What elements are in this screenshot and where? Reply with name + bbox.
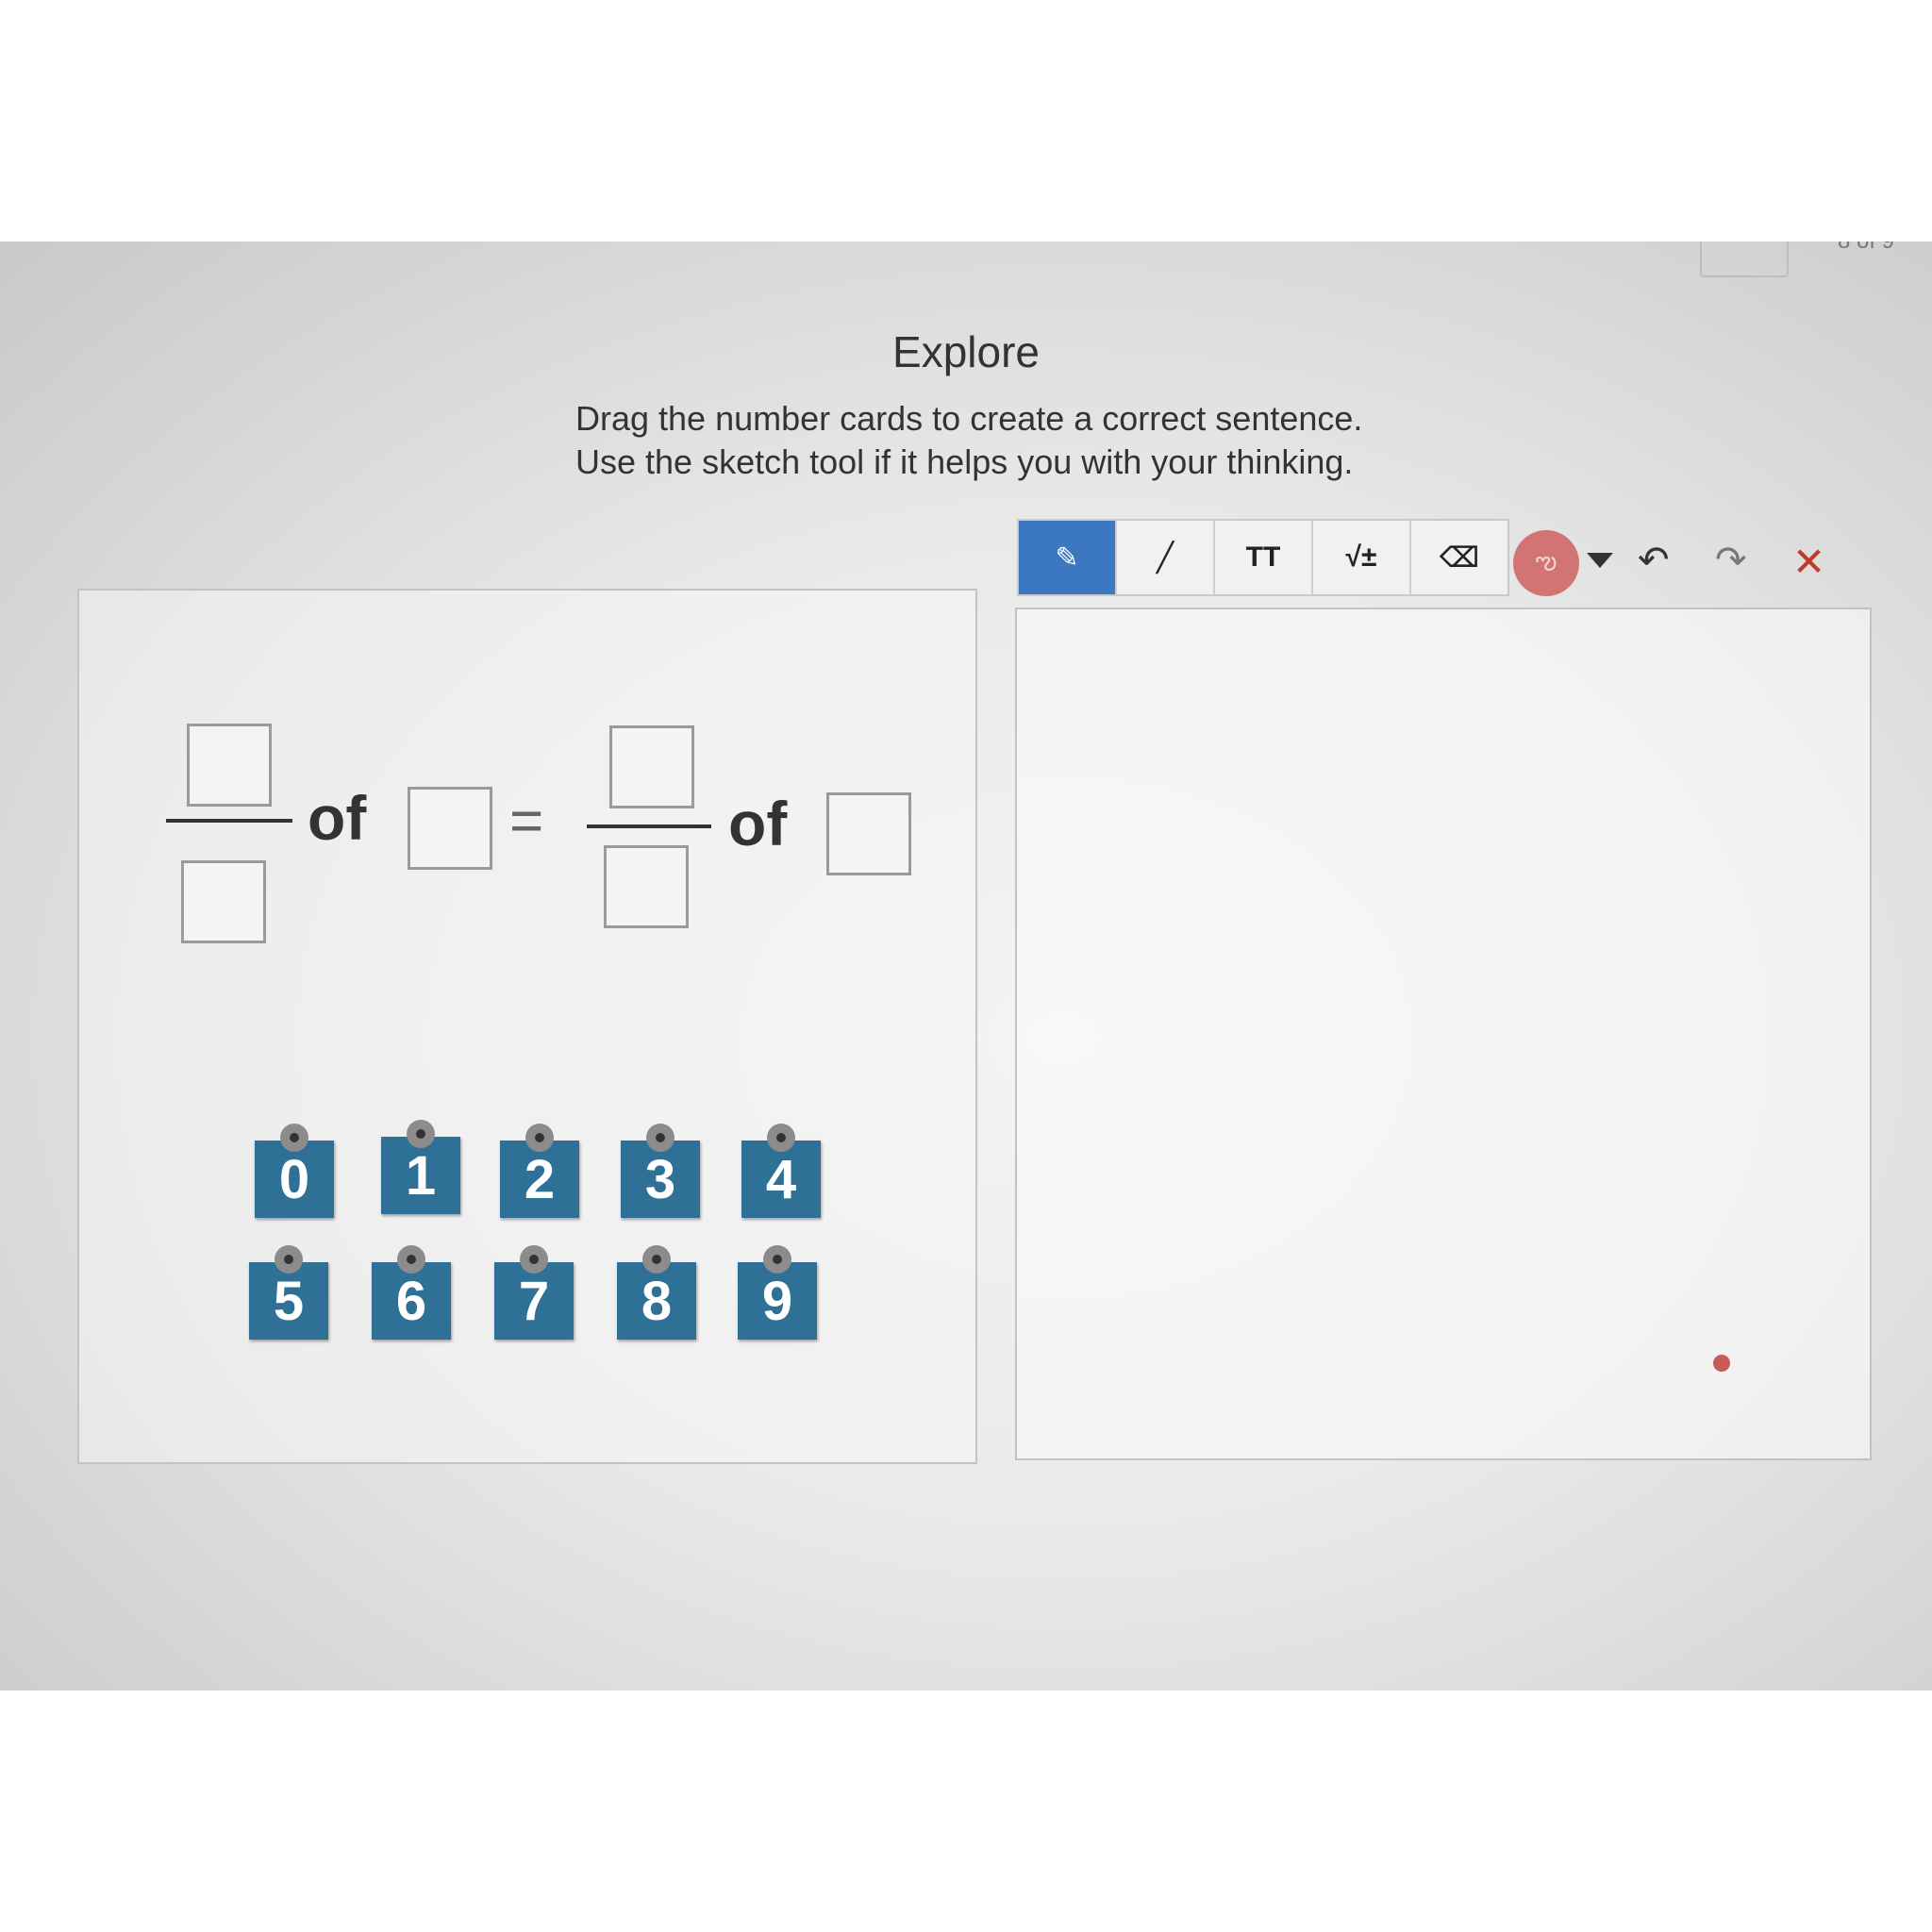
equals-sign: = (509, 789, 544, 854)
math-tool-button[interactable]: √± (1313, 521, 1411, 594)
pin-icon (407, 1120, 435, 1148)
denominator-1-drop-zone[interactable] (181, 860, 266, 943)
sketch-toolbar: ✎ ╱ TT √± ⌫ (1017, 519, 1509, 596)
eraser-icon: ⌫ (1439, 541, 1480, 574)
of-label-1: of (308, 783, 367, 853)
number-card-1[interactable]: 1 (381, 1120, 460, 1214)
text-size-icon: TT (1245, 541, 1281, 573)
line-tool-button[interactable]: ╱ (1117, 521, 1215, 594)
denominator-2-drop-zone[interactable] (604, 845, 689, 928)
pin-icon (275, 1245, 303, 1274)
page-title: Explore (892, 327, 1040, 376)
number-card-0[interactable]: 0 (255, 1124, 334, 1218)
instructions: Drag the number cards to create a correc… (575, 397, 1362, 484)
pencil-tool-button[interactable]: ✎ (1019, 521, 1117, 594)
instruction-line-1: Drag the number cards to create a correc… (575, 399, 1363, 438)
sketch-canvas[interactable] (1015, 608, 1872, 1460)
number-card-9[interactable]: 9 (738, 1245, 817, 1340)
line-icon: ╱ (1156, 541, 1174, 574)
number-card-6[interactable]: 6 (372, 1245, 451, 1340)
text-tool-button[interactable]: TT (1215, 521, 1313, 594)
eraser-tool-button[interactable]: ⌫ (1411, 521, 1507, 594)
fraction-bar-1 (166, 819, 292, 823)
fraction-bar-2 (587, 824, 711, 828)
numerator-2-drop-zone[interactable] (609, 725, 694, 808)
number-card-3[interactable]: 3 (621, 1124, 700, 1218)
pin-icon (763, 1245, 791, 1274)
number-card-8[interactable]: 8 (617, 1245, 696, 1340)
numerator-1-drop-zone[interactable] (187, 724, 272, 807)
color-picker-button[interactable]: ఌ (1513, 530, 1579, 596)
pin-icon (280, 1124, 308, 1152)
color-dropdown-icon[interactable] (1587, 553, 1613, 568)
whole-1-drop-zone[interactable] (408, 787, 492, 870)
redo-icon[interactable]: ↷ (1715, 541, 1747, 579)
pencil-icon: ✎ (1055, 541, 1079, 574)
pin-icon (525, 1124, 554, 1152)
pen-cursor-dot (1713, 1355, 1730, 1372)
pin-icon (520, 1245, 548, 1274)
number-card-7[interactable]: 7 (494, 1245, 574, 1340)
equation-panel: of = of 0 1 2 3 4 5 6 7 8 9 (77, 589, 977, 1464)
whole-2-drop-zone[interactable] (826, 792, 911, 875)
close-icon[interactable]: ✕ (1792, 542, 1825, 582)
square-root-icon: √± (1345, 541, 1377, 573)
pin-icon (642, 1245, 671, 1274)
number-card-4[interactable]: 4 (741, 1124, 821, 1218)
pin-icon (646, 1124, 675, 1152)
number-card-2[interactable]: 2 (500, 1124, 579, 1218)
instruction-line-2: Use the sketch tool if it helps you with… (575, 442, 1354, 481)
squiggle-icon: ఌ (1535, 545, 1557, 575)
screen: 8 of 9 Explore Drag the number cards to … (0, 242, 1932, 1690)
number-card-5[interactable]: 5 (249, 1245, 328, 1340)
undo-icon[interactable]: ↶ (1638, 541, 1670, 579)
of-label-2: of (728, 789, 788, 858)
pin-icon (767, 1124, 795, 1152)
pin-icon (397, 1245, 425, 1274)
page-counter: 8 of 9 (1838, 242, 1894, 255)
previous-page-button[interactable] (1700, 242, 1789, 277)
